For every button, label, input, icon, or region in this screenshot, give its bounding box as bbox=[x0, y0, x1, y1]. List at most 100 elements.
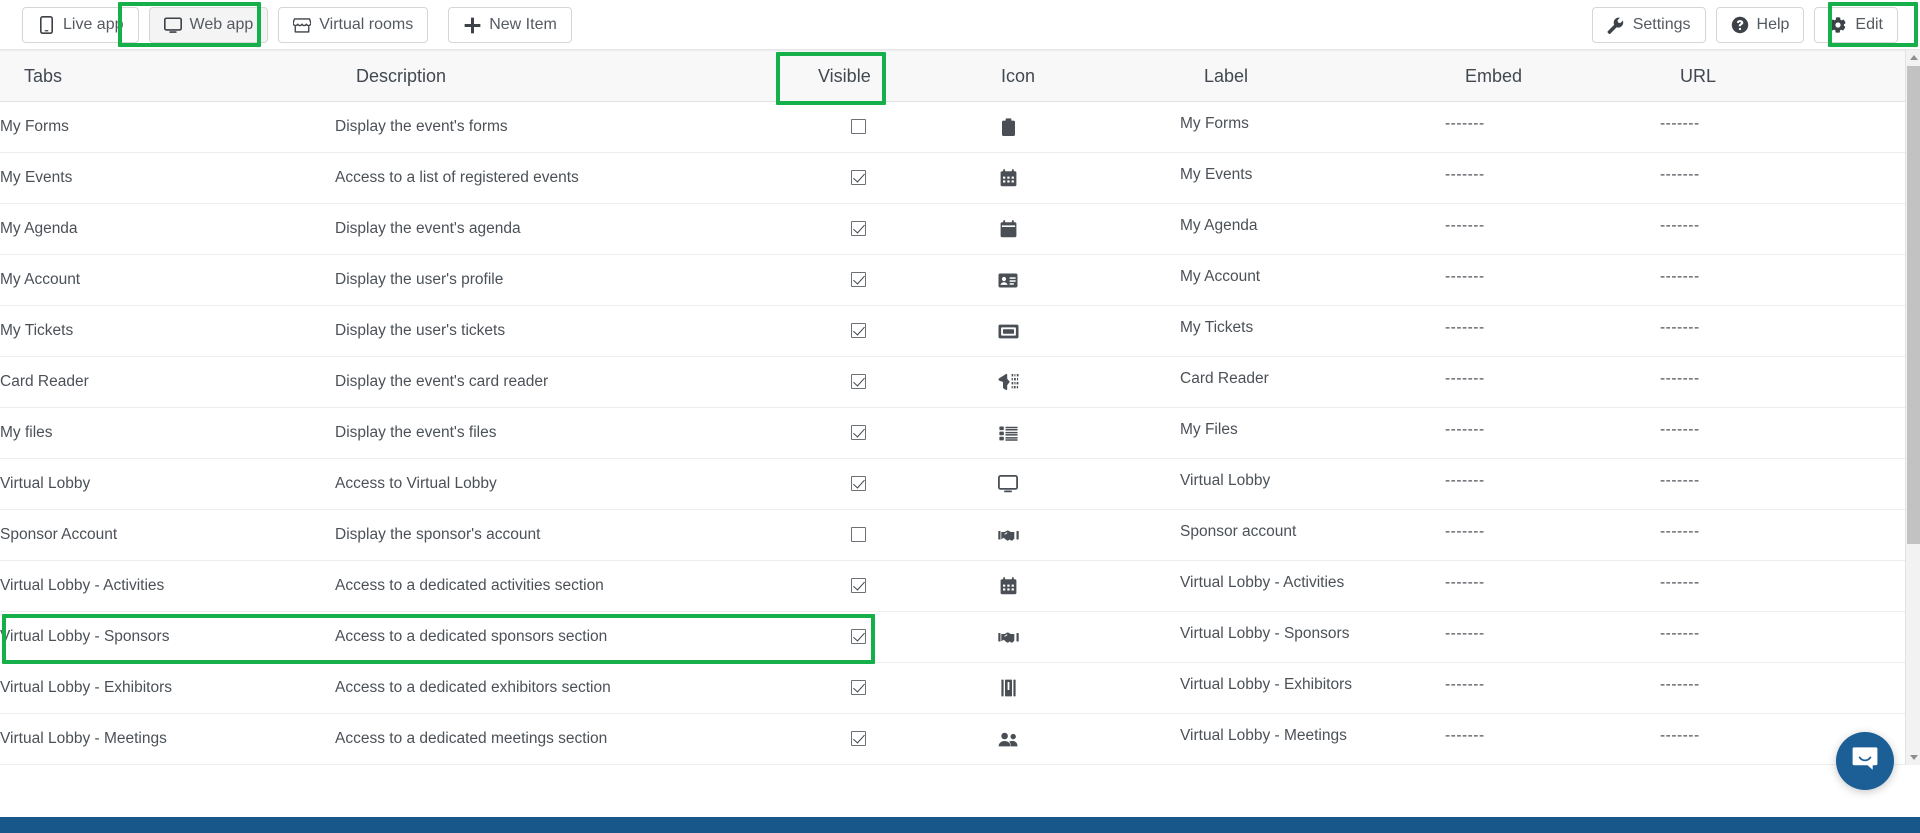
table-row[interactable]: Virtual Lobby - Meetings Access to a dedi… bbox=[0, 713, 1905, 765]
footer-bar bbox=[0, 817, 1920, 833]
column-header-icon[interactable]: Icon bbox=[980, 50, 1180, 102]
url-value: ------- bbox=[1660, 523, 1700, 540]
column-header-url[interactable]: URL bbox=[1660, 50, 1905, 102]
visible-checkbox[interactable] bbox=[851, 170, 866, 186]
visible-checkbox[interactable] bbox=[851, 476, 866, 492]
description-text: Display the event's card reader bbox=[335, 373, 549, 390]
table-body: My Forms Display the event's forms My Form… bbox=[0, 101, 1905, 765]
description-text: Access to Virtual Lobby bbox=[335, 475, 497, 492]
cell-icon bbox=[980, 152, 1180, 204]
column-header-tabs[interactable]: Tabs bbox=[0, 50, 335, 102]
web-app-button[interactable]: Web app bbox=[148, 7, 269, 43]
edit-button[interactable]: Edit bbox=[1814, 7, 1898, 43]
visible-checkbox[interactable] bbox=[851, 221, 866, 237]
embed-value: ------- bbox=[1445, 421, 1485, 438]
help-button[interactable]: Help bbox=[1715, 7, 1805, 43]
calendar-grid-icon bbox=[997, 167, 1019, 189]
tab-name-text: My Events bbox=[0, 169, 73, 186]
cell-description: Access to a dedicated exhibitors section bbox=[335, 662, 795, 714]
list-icon bbox=[997, 422, 1019, 444]
visible-checkbox[interactable] bbox=[851, 629, 866, 645]
table-row[interactable]: Virtual Lobby - Exhibitors Access to a de… bbox=[0, 662, 1905, 714]
table-row[interactable]: Virtual Lobby - Activities Access to a de… bbox=[0, 560, 1905, 612]
new-item-label: New Item bbox=[489, 16, 557, 33]
tabs-table-container: Tabs Description Visible Icon Label Embe… bbox=[0, 50, 1920, 765]
cell-visible bbox=[795, 611, 980, 663]
column-header-embed[interactable]: Embed bbox=[1445, 50, 1660, 102]
cell-url: ------- bbox=[1660, 305, 1905, 357]
url-value: ------- bbox=[1660, 472, 1700, 489]
visible-checkbox[interactable] bbox=[851, 119, 866, 135]
cell-label: Virtual Lobby bbox=[1180, 458, 1445, 510]
table-row[interactable]: Sponsor Account Display the sponsor's acc… bbox=[0, 509, 1905, 561]
table-row[interactable]: My Account Display the user's profile My A… bbox=[0, 254, 1905, 306]
embed-value: ------- bbox=[1445, 523, 1485, 540]
table-row[interactable]: My Agenda Display the event's agenda My Ag… bbox=[0, 203, 1905, 255]
scrollbar-thumb[interactable] bbox=[1907, 66, 1920, 544]
column-header-label[interactable]: Label bbox=[1180, 50, 1445, 102]
table-row[interactable]: My Tickets Display the user's tickets My T… bbox=[0, 305, 1905, 357]
tab-name-text: My files bbox=[0, 424, 53, 441]
table-row[interactable]: Virtual Lobby - Sponsors Access to a dedi… bbox=[0, 611, 1905, 663]
cell-description: Access to a dedicated sponsors section bbox=[335, 611, 795, 663]
visible-checkbox[interactable] bbox=[851, 680, 866, 696]
description-text: Access to a dedicated exhibitors section bbox=[335, 679, 611, 696]
barcode-scanner-icon bbox=[997, 371, 1019, 393]
messenger-icon bbox=[1850, 744, 1880, 779]
url-value: ------- bbox=[1660, 166, 1700, 183]
scroll-up-arrow[interactable] bbox=[1906, 50, 1920, 65]
table-row[interactable]: My Events Access to a list of registered … bbox=[0, 152, 1905, 204]
cell-visible bbox=[795, 203, 980, 255]
cell-description: Display the event's agenda bbox=[335, 203, 795, 255]
scroll-down-arrow[interactable] bbox=[1906, 750, 1920, 765]
cell-embed: ------- bbox=[1445, 458, 1660, 510]
cell-tab-name: My Account bbox=[0, 254, 335, 306]
cell-description: Display the event's card reader bbox=[335, 356, 795, 408]
new-item-button[interactable]: New Item bbox=[448, 7, 572, 43]
column-header-visible[interactable]: Visible bbox=[795, 50, 980, 102]
visible-checkbox[interactable] bbox=[851, 527, 866, 543]
column-header-description[interactable]: Description bbox=[335, 50, 795, 102]
embed-value: ------- bbox=[1445, 268, 1485, 285]
visible-checkbox[interactable] bbox=[851, 374, 866, 390]
cell-description: Access to a dedicated meetings section bbox=[335, 713, 795, 765]
visible-checkbox[interactable] bbox=[851, 578, 866, 594]
visible-checkbox[interactable] bbox=[851, 425, 866, 441]
cell-embed: ------- bbox=[1445, 101, 1660, 153]
tab-name-text: Card Reader bbox=[0, 373, 89, 390]
table-row[interactable]: Card Reader Display the event's card read… bbox=[0, 356, 1905, 408]
visible-checkbox[interactable] bbox=[851, 272, 866, 288]
cell-embed: ------- bbox=[1445, 509, 1660, 561]
ticket-icon bbox=[997, 320, 1019, 342]
cell-tab-name: Virtual Lobby - Sponsors bbox=[0, 611, 335, 663]
embed-value: ------- bbox=[1445, 676, 1485, 693]
visible-checkbox[interactable] bbox=[851, 323, 866, 339]
table-row[interactable]: My files Display the event's files My File… bbox=[0, 407, 1905, 459]
id-card-icon bbox=[997, 269, 1019, 291]
virtual-rooms-button[interactable]: Virtual rooms bbox=[278, 7, 429, 43]
label-text: Card Reader bbox=[1180, 370, 1269, 387]
clipboard-icon bbox=[997, 116, 1019, 138]
url-value: ------- bbox=[1660, 676, 1700, 693]
table-header-row: Tabs Description Visible Icon Label Embe… bbox=[0, 50, 1905, 102]
table-row[interactable]: My Forms Display the event's forms My Form… bbox=[0, 101, 1905, 153]
cell-label: My Files bbox=[1180, 407, 1445, 459]
cell-icon bbox=[980, 203, 1180, 255]
description-text: Display the event's files bbox=[335, 424, 497, 441]
cell-embed: ------- bbox=[1445, 152, 1660, 204]
tab-name-text: My Agenda bbox=[0, 220, 78, 237]
table-row[interactable]: Virtual Lobby Access to Virtual Lobby Virt… bbox=[0, 458, 1905, 510]
cell-embed: ------- bbox=[1445, 254, 1660, 306]
cell-url: ------- bbox=[1660, 101, 1905, 153]
cell-visible bbox=[795, 458, 980, 510]
cell-tab-name: My Events bbox=[0, 152, 335, 204]
live-app-button[interactable]: Live app bbox=[22, 7, 139, 43]
cell-url: ------- bbox=[1660, 662, 1905, 714]
cell-visible bbox=[795, 662, 980, 714]
settings-button[interactable]: Settings bbox=[1591, 7, 1706, 43]
desktop-icon bbox=[997, 473, 1019, 495]
intercom-launcher-button[interactable] bbox=[1836, 732, 1894, 790]
vertical-scrollbar[interactable] bbox=[1905, 50, 1920, 765]
visible-checkbox[interactable] bbox=[851, 731, 866, 747]
question-circle-icon bbox=[1731, 16, 1749, 34]
